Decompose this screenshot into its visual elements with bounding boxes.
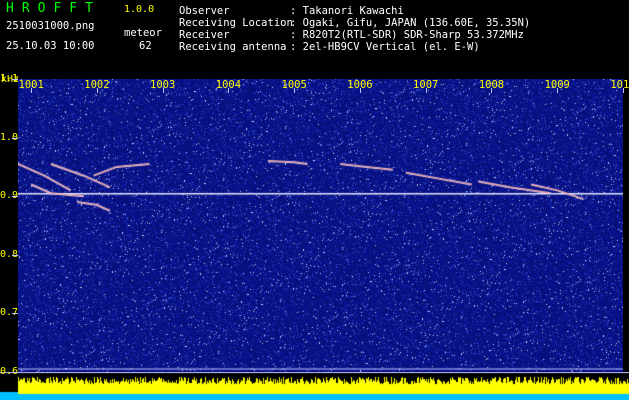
spectrogram-plot bbox=[18, 79, 623, 372]
y-tick-mark bbox=[12, 79, 18, 80]
y-tick-mark bbox=[12, 254, 18, 256]
x-tick-mark bbox=[162, 88, 164, 93]
meteor-count: 62 bbox=[139, 40, 152, 52]
x-tick-mark bbox=[228, 88, 230, 93]
y-tick-mark bbox=[12, 313, 18, 315]
signal-level-bar bbox=[0, 372, 629, 400]
x-tick-mark bbox=[623, 88, 624, 93]
x-tick-mark bbox=[96, 88, 98, 93]
x-tick-mark bbox=[425, 88, 427, 93]
filename-label: 2510031000.png bbox=[6, 20, 95, 32]
x-tick-mark bbox=[557, 88, 559, 93]
meteor-label: meteor bbox=[124, 27, 162, 39]
antenna-label: Receiving antenna bbox=[179, 41, 287, 53]
x-tick-mark bbox=[491, 88, 493, 93]
y-tick-mark bbox=[12, 372, 18, 373]
antenna-value: : 2el-HB9CV Vertical (el. E-W) bbox=[290, 41, 480, 53]
version-label: 1.0.0 bbox=[124, 4, 155, 15]
app-logo: HROFFT bbox=[6, 1, 101, 16]
x-tick-label: 1010 bbox=[610, 79, 629, 91]
datetime-label: 25.10.03 10:00 bbox=[6, 40, 95, 52]
x-tick-mark bbox=[31, 88, 33, 93]
x-tick-mark bbox=[359, 88, 361, 93]
y-tick-mark bbox=[12, 137, 18, 139]
y-tick-mark bbox=[12, 196, 18, 198]
x-tick-mark bbox=[294, 88, 296, 93]
